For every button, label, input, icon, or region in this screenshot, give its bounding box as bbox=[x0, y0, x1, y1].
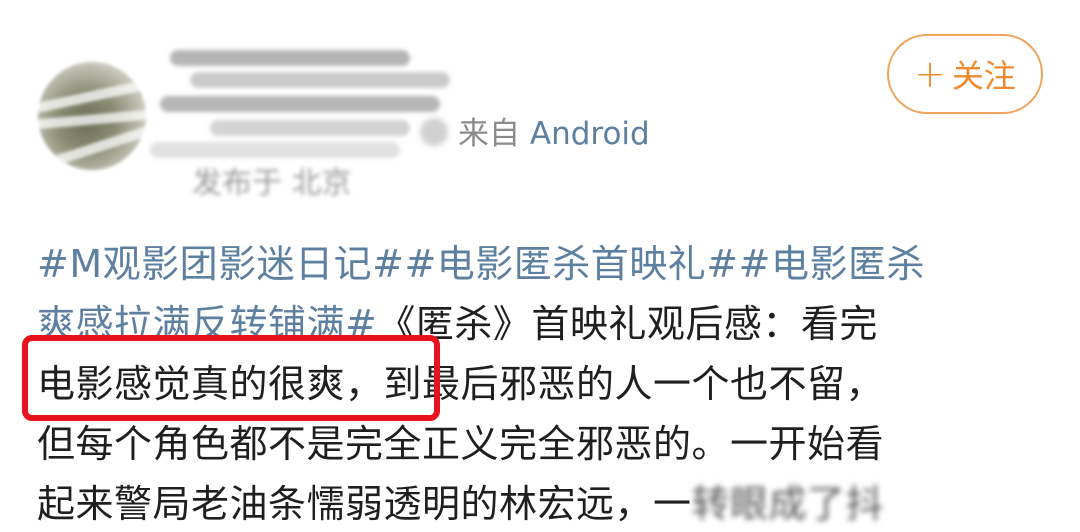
source-platform[interactable]: Android bbox=[530, 116, 650, 152]
post-line: 电影感觉真的很爽，到最后邪恶的人一个也不留， bbox=[37, 354, 1037, 414]
follow-button[interactable]: + 关注 bbox=[887, 34, 1043, 114]
redacted-mark bbox=[420, 118, 448, 146]
weibo-post: 来自 Android 发布于 北京 + 关注 #M观影团影迷日记##电影匿杀首映… bbox=[0, 0, 1080, 532]
plus-icon: + bbox=[914, 52, 946, 96]
post-source: 来自 Android bbox=[458, 113, 650, 155]
hashtag-link[interactable]: #M观影团影迷日记# bbox=[37, 242, 404, 286]
post-content: #M观影团影迷日记##电影匿杀首映礼##电影匿杀 爽感拉满反转铺满#《匿杀》首映… bbox=[37, 234, 1037, 532]
post-location: 发布于 北京 bbox=[192, 166, 352, 201]
post-text-segment: 到最后邪恶的人一个也不留， bbox=[383, 362, 885, 406]
hashtag-link[interactable]: 爽感拉满反转铺满# bbox=[37, 302, 377, 346]
source-prefix: 来自 bbox=[458, 116, 520, 152]
follow-label: 关注 bbox=[951, 57, 1016, 95]
hashtag-link[interactable]: #电影匿杀首映礼# bbox=[404, 242, 738, 286]
post-line: 但每个角色都不是完全正义完全邪恶的。一开始看 bbox=[37, 422, 885, 466]
post-text-segment: 《匿杀》首映礼观后感：看完 bbox=[377, 302, 878, 346]
post-line: 起来警局老油条懦弱透明的林宏远，一转眼成了抖 bbox=[37, 474, 1037, 532]
hashtag-link[interactable]: #电影匿杀 bbox=[739, 242, 925, 286]
post-line: 爽感拉满反转铺满#《匿杀》首映礼观后感：看完 bbox=[37, 294, 1037, 354]
avatar[interactable] bbox=[38, 62, 146, 170]
post-line: #M观影团影迷日记##电影匿杀首映礼##电影匿杀 bbox=[37, 234, 1037, 294]
highlighted-text: 电影感觉真的很爽， bbox=[37, 362, 384, 406]
post-text-segment: 起来警局老油条懦弱透明的林宏远，一 bbox=[37, 482, 692, 526]
blurred-text: 转眼成了抖 bbox=[691, 482, 885, 526]
